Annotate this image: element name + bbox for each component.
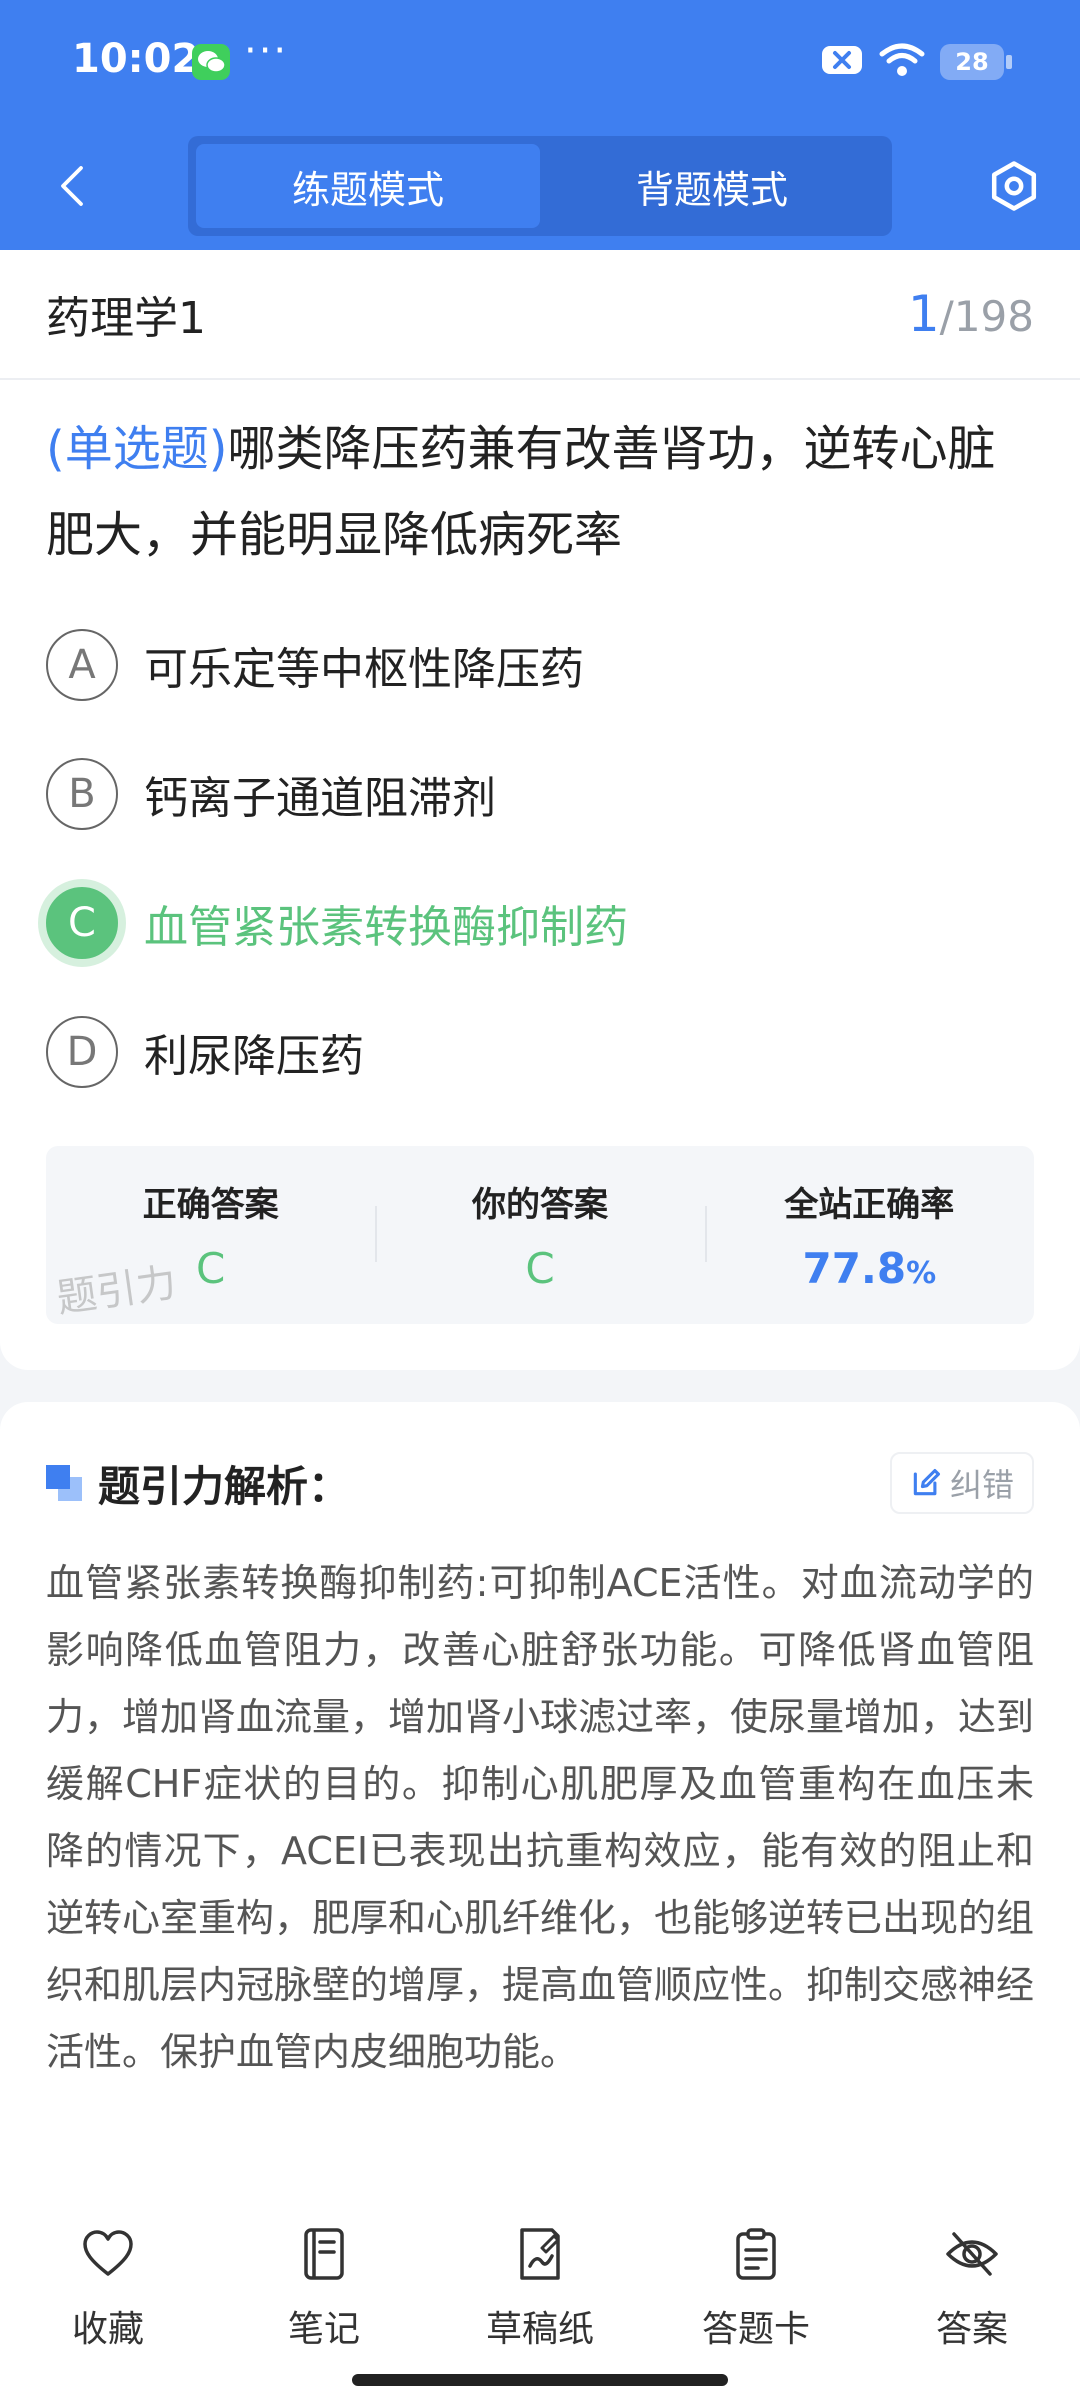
- option-a[interactable]: A 可乐定等中枢性降压药: [0, 600, 1080, 729]
- question-type: (单选题): [46, 421, 228, 477]
- notes-button[interactable]: 笔记: [244, 2226, 404, 2352]
- question-text: (单选题)哪类降压药兼有改善肾功，逆转心脏肥大，并能明显降低病死率: [0, 380, 1080, 578]
- analysis-text: 血管紧张素转换酶抑制药:可抑制ACE活性。对血流动学的影响降低血管阻力，改善心脏…: [46, 1561, 1035, 2074]
- total-questions: /198: [939, 292, 1034, 341]
- subject-row: 药理学1 1/198: [0, 250, 1080, 380]
- watermark: 题引力: [53, 1259, 180, 1323]
- accuracy-number: 77.8: [802, 1244, 907, 1293]
- answer-card-button[interactable]: 答题卡: [676, 2226, 836, 2352]
- option-text: 利尿降压药: [144, 1030, 364, 1082]
- wechat-icon: [192, 44, 230, 80]
- site-accuracy: 全站正确率 77.8%: [704, 1146, 1034, 1324]
- question-card: 药理学1 1/198 (单选题)哪类降压药兼有改善肾功，逆转心脏肥大，并能明显降…: [0, 250, 1080, 1370]
- tab-practice-mode[interactable]: 练题模式: [196, 144, 540, 228]
- question-progress: 1/198: [908, 285, 1034, 343]
- nfc-close-icon: [820, 42, 864, 82]
- correct-answer-value: C: [196, 1244, 226, 1293]
- answer-summary: 正确答案 C 题引力 你的答案 C 全站正确率 77.8%: [46, 1146, 1034, 1324]
- status-icons: 28: [820, 40, 1012, 84]
- option-letter: C: [46, 886, 118, 959]
- subject-title: 药理学1: [46, 293, 206, 344]
- site-accuracy-label: 全站正确率: [784, 1185, 955, 1225]
- home-indicator[interactable]: [352, 2374, 728, 2386]
- your-answer: 你的答案 C: [375, 1146, 704, 1324]
- correct-answer-label: 正确答案: [142, 1185, 279, 1225]
- analysis-card: 题引力解析： 纠错 血管紧张素转换酶抑制药:可抑制ACE活性。对血流动学的影响降…: [0, 1402, 1080, 2180]
- correct-answer: 正确答案 C 题引力: [46, 1146, 375, 1324]
- option-text: 血管紧张素转换酶抑制药: [144, 901, 628, 953]
- answer-toggle-label: 答案: [935, 2309, 1008, 2350]
- draft-paper-icon: [520, 2228, 560, 2280]
- favorite-label: 收藏: [71, 2309, 144, 2350]
- mode-toggle: 练题模式 背题模式: [188, 136, 892, 236]
- option-text: 可乐定等中枢性降压药: [144, 643, 584, 695]
- wifi-icon: [878, 42, 926, 82]
- your-answer-value: C: [525, 1244, 555, 1293]
- favorite-button[interactable]: 收藏: [28, 2226, 188, 2352]
- your-answer-label: 你的答案: [471, 1185, 608, 1225]
- settings-button[interactable]: [982, 154, 1046, 218]
- edit-icon: [913, 1469, 940, 1496]
- notebook-icon: [304, 2228, 344, 2280]
- analysis-title: 题引力解析：: [98, 1461, 351, 1511]
- section-mark-icon: [46, 1465, 82, 1501]
- bottom-toolbar: 收藏 笔记 草稿纸 答题卡 答案: [0, 2180, 1080, 2400]
- clipboard-icon: [736, 2228, 776, 2280]
- back-button[interactable]: [42, 156, 102, 216]
- notes-label: 笔记: [287, 2309, 360, 2350]
- draft-button[interactable]: 草稿纸: [460, 2226, 620, 2352]
- option-text: 钙离子通道阻滞剂: [144, 772, 496, 824]
- eye-off-icon: [946, 2232, 998, 2276]
- current-question-number: 1: [907, 285, 940, 343]
- app-header: 10:02 ··· 28 练题模式 背题模式: [0, 0, 1080, 250]
- answer-card-label: 答题卡: [701, 2309, 810, 2350]
- site-accuracy-value: 77.8%: [802, 1244, 936, 1293]
- option-letter: B: [46, 757, 118, 830]
- answer-toggle-button[interactable]: 答案: [892, 2226, 1052, 2352]
- report-error-button[interactable]: 纠错: [889, 1452, 1034, 1514]
- report-error-label: 纠错: [949, 1466, 1014, 1504]
- nav-bar: 练题模式 背题模式: [0, 126, 1080, 250]
- tab-memorize-mode[interactable]: 背题模式: [540, 144, 884, 228]
- option-letter: D: [46, 1015, 118, 1088]
- battery-indicator: 28: [940, 44, 1012, 80]
- chevron-left-icon: [61, 166, 83, 206]
- analysis-header: 题引力解析： 纠错: [46, 1452, 1034, 1514]
- option-c[interactable]: C 血管紧张素转换酶抑制药: [0, 858, 1080, 987]
- option-letter: A: [46, 628, 118, 701]
- status-bar: 10:02 ··· 28: [0, 0, 1080, 126]
- draft-label: 草稿纸: [485, 2309, 594, 2350]
- options-list: A 可乐定等中枢性降压药 B 钙离子通道阻滞剂 C 血管紧张素转换酶抑制药 D …: [0, 600, 1080, 1116]
- heart-icon: [83, 2230, 133, 2276]
- option-d[interactable]: D 利尿降压药: [0, 987, 1080, 1116]
- settings-hexagon-icon: [991, 161, 1037, 211]
- option-b[interactable]: B 钙离子通道阻滞剂: [0, 729, 1080, 858]
- accuracy-unit: %: [906, 1256, 937, 1291]
- more-notifications-icon: ···: [244, 28, 289, 74]
- status-time: 10:02: [72, 36, 200, 82]
